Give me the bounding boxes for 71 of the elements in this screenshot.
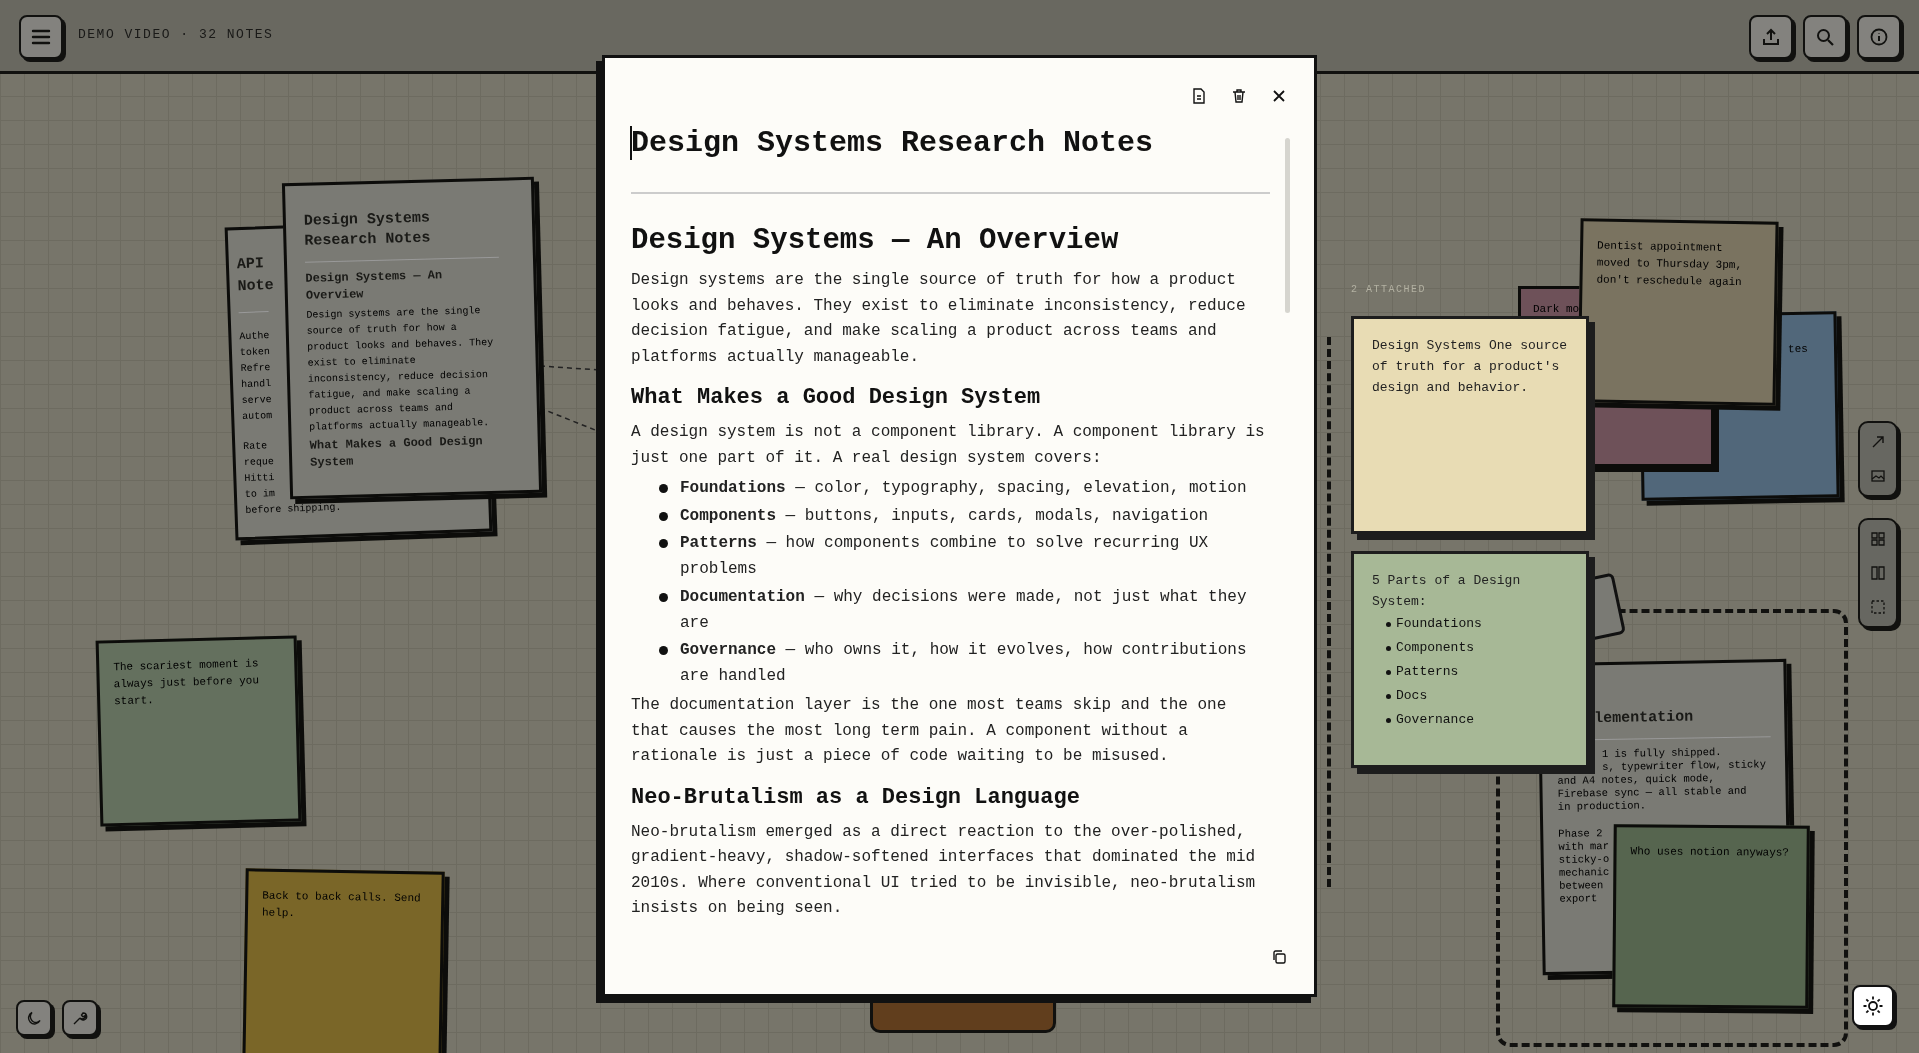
section-heading: What Makes a Good Design System <box>631 384 1042 412</box>
note-text: before shipping. <box>245 500 343 518</box>
note-text: Firebase sync — all stable and <box>1557 784 1748 801</box>
bullet-icon <box>659 484 668 493</box>
note-text: 5 Parts of a Design System: <box>1372 572 1522 611</box>
note-text: tes <box>1786 341 1809 358</box>
note-heading: Design Systems — An Overview <box>305 267 444 305</box>
paragraph: Design systems are the single source of truth for how a product looks and behaves. They exist to eliminate inconsistency, reduce decision fatigue, and make scaling a product across teams and platforms actually manageable. <box>631 270 1247 368</box>
list-item: Components — buttons, inputs, cards, modals, navigation <box>680 505 1209 527</box>
bullet-icon <box>659 592 668 602</box>
note-text: Design systems are the single source of truth for how a product looks and behaves. They exist to eliminate inconsistency, reduce decision fatigue, and make scaling a product across teams and platforms actually manageable. <box>306 304 495 435</box>
image-icon[interactable] <box>1869 467 1887 485</box>
note-text: Design Systems One source of truth for a product's design and behavior. <box>1372 337 1568 397</box>
selection-icon[interactable] <box>1869 598 1887 616</box>
bullet-icon <box>659 646 668 655</box>
attached-label: 2 ATTACHED <box>1351 284 1426 295</box>
note-text: s, typewriter flow, sticky <box>1601 758 1768 774</box>
note-text: and A4 notes, quick mode, <box>1557 772 1715 787</box>
list-item: Documentation — why decisions were made, not just what they are <box>680 586 1248 634</box>
note-text: Who uses notion anyways? <box>1630 844 1791 861</box>
info-icon <box>1869 27 1889 47</box>
trash-icon[interactable] <box>1230 87 1248 105</box>
bullet-icon <box>659 539 668 548</box>
menu-button[interactable] <box>19 15 63 59</box>
bullet-icon <box>659 511 668 521</box>
note-text: The scariest moment is always just before you start. <box>113 656 261 710</box>
scrollbar[interactable] <box>1285 138 1290 313</box>
search-button[interactable] <box>1803 15 1847 59</box>
list-item: Foundations <box>1396 615 1482 633</box>
list-item: Governance — who owns it, how it evolves, how contributions are handled <box>680 640 1248 687</box>
note-text: in production. <box>1557 798 1648 814</box>
note-text: to im <box>244 487 277 503</box>
note-text: between <box>1559 878 1605 893</box>
menu-icon <box>31 29 51 45</box>
theme-button[interactable] <box>1852 985 1894 1027</box>
note-text: export <box>1559 891 1599 906</box>
upload-button[interactable] <box>1749 15 1793 59</box>
document-icon[interactable] <box>1190 87 1208 105</box>
list-item: Patterns — how components combine to solve recurring UX problems <box>680 533 1210 580</box>
section-heading: Design Systems — An Overview <box>631 224 1120 258</box>
note-heading: What Makes a Good Design System <box>309 433 484 472</box>
board-title: DEMO VIDEO · 32 NOTES <box>78 27 274 42</box>
list-item: Docs <box>1396 687 1428 705</box>
info-button[interactable] <box>1857 15 1901 59</box>
wrench-icon <box>71 1009 89 1027</box>
list-item: Patterns <box>1396 663 1459 681</box>
list-item: Governance <box>1396 711 1474 729</box>
note-title: lementation <box>1593 707 1695 730</box>
note-text: Dentist appointment moved to Thursday 3pm, don't reschedule again <box>1596 238 1744 291</box>
list-item: Foundations — color, typography, spacing, elevation, motion <box>680 478 1247 499</box>
note-title: API Note <box>236 254 275 298</box>
paragraph: The documentation layer is the one most teams skip and the one that causes the most long term pain. A component without a rationale is just a piece of code waiting to be misused. <box>631 695 1228 767</box>
title-field[interactable]: Design Systems Research Notes <box>631 124 1270 162</box>
copy-icon[interactable] <box>1270 948 1288 966</box>
note-text: Back to back calls. Send help. <box>261 888 422 922</box>
list-item: Components <box>1396 639 1474 657</box>
paragraph: A design system is not a component library. A component library is just one part of it. A real design system covers: <box>631 422 1266 469</box>
note-text: 1 is fully shipped. <box>1600 745 1723 761</box>
grid-icon[interactable] <box>1869 530 1887 548</box>
moon-icon <box>25 1009 43 1027</box>
tools-button[interactable] <box>62 1000 98 1036</box>
note-text: Phase 2 <box>1558 826 1604 841</box>
search-icon <box>1815 27 1835 47</box>
section-heading: Neo-Brutalism as a Design Language <box>631 783 1081 812</box>
paragraph: Neo-brutalism emerged as a direct reaction to the over-polished, gradient-heavy, shadow-softened interfaces that dominated the mid 2010s. Where conventional UI tried to be invisible, neo-brutalism insists on being seen. <box>631 821 1257 919</box>
note-title: Design Systems Research Notes <box>303 208 432 252</box>
upload-icon <box>1761 27 1781 47</box>
sun-icon <box>1862 995 1884 1017</box>
columns-icon[interactable] <box>1869 564 1887 582</box>
dark-mode-button[interactable] <box>16 1000 52 1036</box>
note-text: mechanic <box>1558 865 1611 880</box>
